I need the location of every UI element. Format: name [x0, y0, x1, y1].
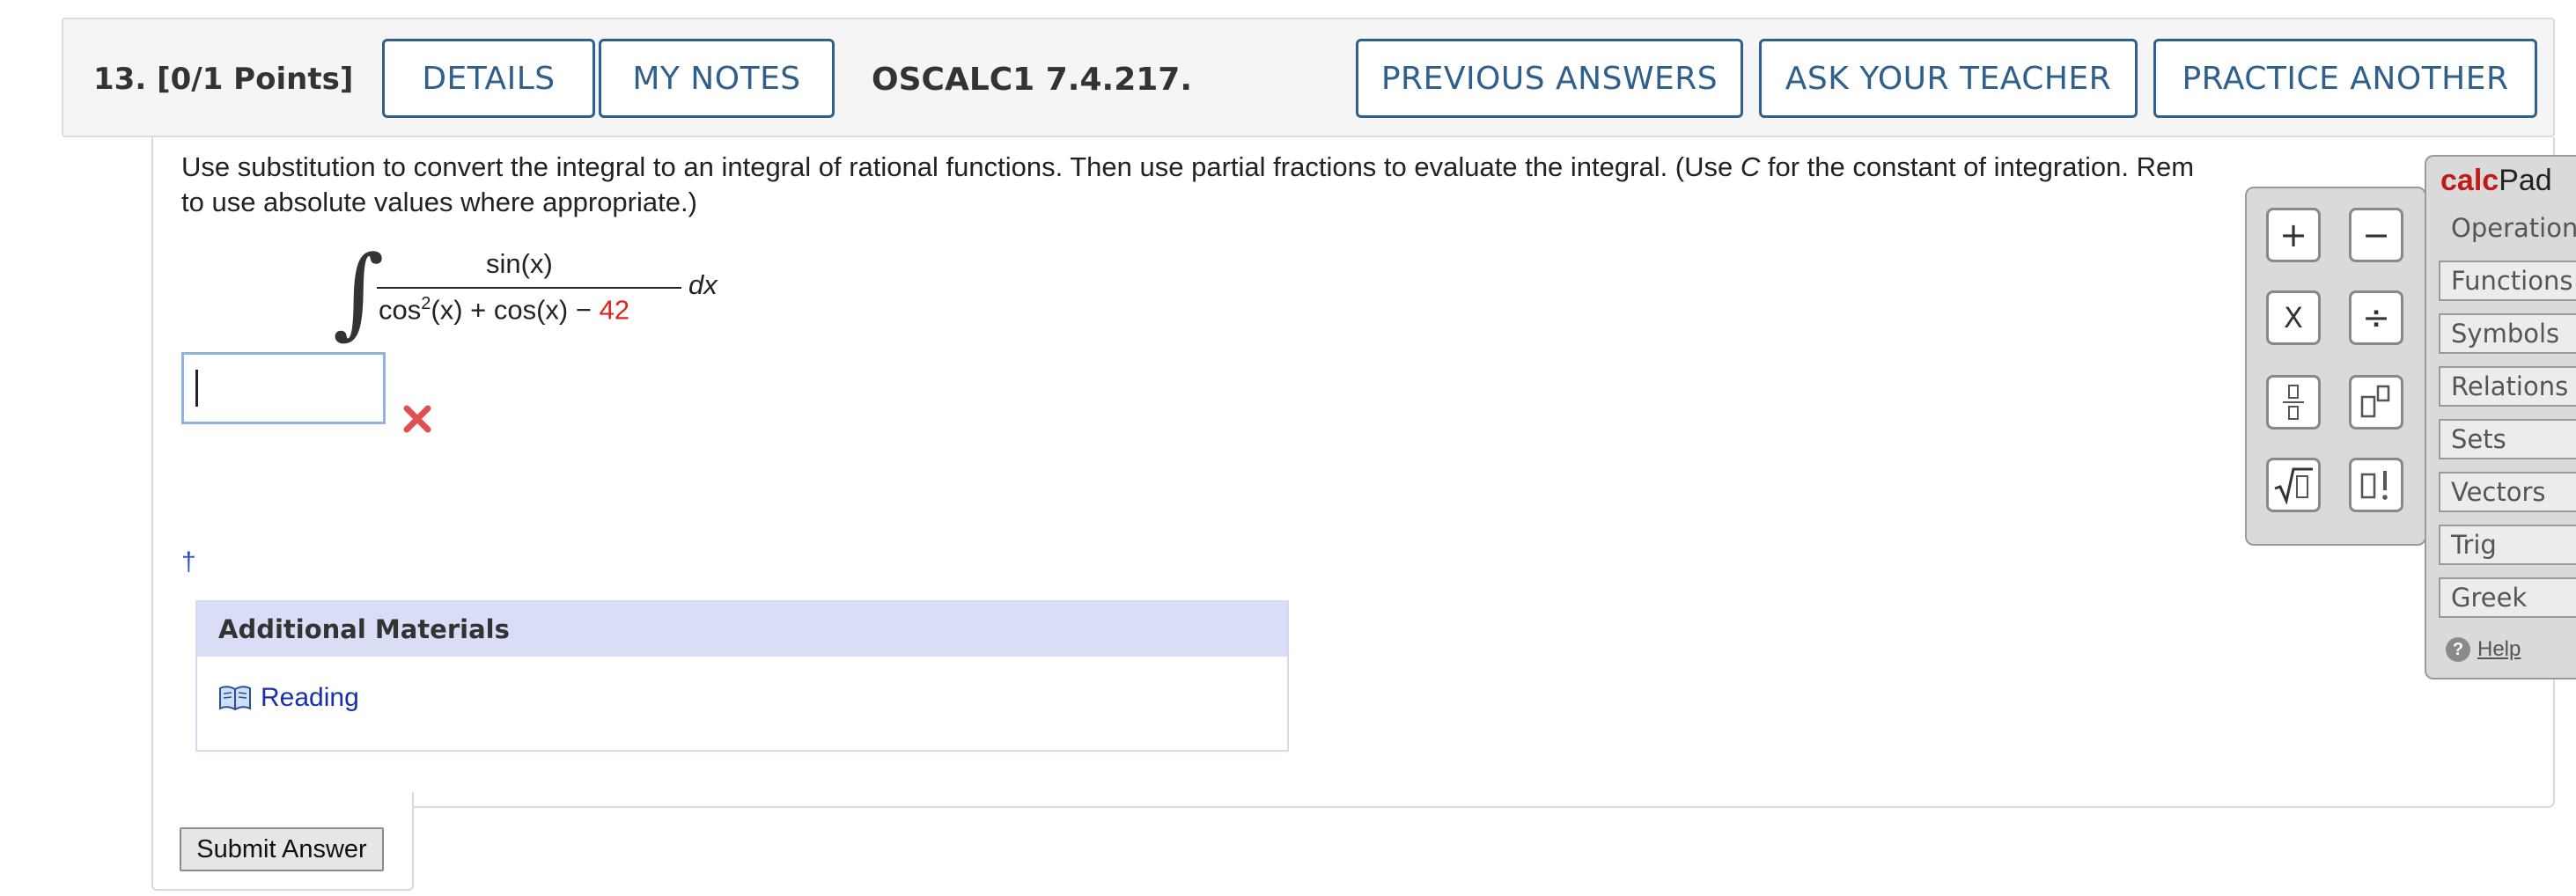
- reading-label: Reading: [261, 683, 359, 712]
- problem-code: OSCALC1 7.4.217.: [872, 62, 1193, 98]
- fraction-icon: [2283, 385, 2304, 420]
- submit-answer-button[interactable]: Submit Answer: [180, 827, 384, 871]
- calcpad-sqrt-key[interactable]: [2266, 458, 2321, 512]
- calcpad-divide-key[interactable]: ÷: [2349, 290, 2403, 345]
- calcpad-tab-vectors[interactable]: Vectors: [2439, 472, 2576, 512]
- integrand-denominator: cos2(x) + cos(x) − 42: [379, 294, 630, 326]
- help-icon: ?: [2446, 637, 2470, 662]
- question-header: 13. [0/1 Points] DETAILS MY NOTES OSCALC…: [62, 18, 2555, 137]
- points-label: [0/1 Points]: [157, 62, 354, 97]
- calcpad-fraction-key[interactable]: [2266, 375, 2321, 430]
- calcpad-tab-sets[interactable]: Sets: [2439, 419, 2576, 459]
- answer-input[interactable]: [181, 352, 386, 424]
- book-icon: [219, 686, 251, 711]
- calcpad-tab-trig[interactable]: Trig: [2439, 525, 2576, 565]
- integral-sign: ∫: [333, 235, 385, 349]
- calcpad-title: calcPad: [2440, 164, 2552, 197]
- ask-your-teacher-button[interactable]: ASK YOUR TEACHER: [1759, 39, 2138, 118]
- calcpad-multiply-key[interactable]: X: [2266, 290, 2321, 345]
- prompt-constant-var: C: [1740, 151, 1761, 182]
- prompt-text-b: for the constant of integration. Rem: [1760, 151, 2195, 182]
- my-notes-button[interactable]: MY NOTES: [599, 39, 835, 118]
- calcpad-tab-operations[interactable]: Operations: [2439, 208, 2576, 248]
- details-button[interactable]: DETAILS: [382, 39, 595, 118]
- square-root-icon: [2274, 467, 2313, 504]
- fraction-bar: [377, 287, 681, 289]
- prompt-text-a: Use substitution to convert the integral…: [181, 151, 1741, 182]
- calcpad-exponent-key[interactable]: [2349, 375, 2403, 430]
- additional-materials: Additional Materials Reading: [195, 600, 1289, 752]
- practice-another-button[interactable]: PRACTICE ANOTHER: [2153, 39, 2537, 118]
- dagger-footnote: †: [181, 547, 196, 577]
- calcpad-tab-symbols[interactable]: Symbols: [2439, 313, 2576, 354]
- factorial-icon: [2360, 471, 2388, 500]
- materials-heading: Additional Materials: [197, 602, 1287, 657]
- previous-answers-button[interactable]: PREVIOUS ANSWERS: [1356, 39, 1743, 118]
- calcpad-help-link[interactable]: ? Help: [2446, 637, 2521, 662]
- calcpad-tab-relations[interactable]: Relations: [2439, 366, 2576, 407]
- calcpad-keypad: + − X ÷: [2245, 187, 2426, 546]
- exponent-icon: [2360, 385, 2390, 418]
- calcpad-minus-key[interactable]: −: [2349, 208, 2403, 262]
- calcpad-plus-key[interactable]: +: [2266, 208, 2321, 262]
- calcpad-tab-greek[interactable]: Greek: [2439, 577, 2576, 618]
- question-number: 13.: [93, 62, 147, 97]
- incorrect-x-icon: [403, 405, 431, 433]
- question-prompt: Use substitution to convert the integral…: [181, 150, 2558, 220]
- text-caret: [195, 370, 198, 407]
- calcpad-tab-functions[interactable]: Functions: [2439, 261, 2576, 301]
- calcpad-factorial-key[interactable]: [2349, 458, 2403, 512]
- question-number-points: 13. [0/1 Points]: [93, 62, 353, 97]
- prompt-text-line2: to use absolute values where appropriate…: [181, 187, 697, 217]
- denominator-constant: 42: [599, 294, 630, 326]
- differential: dx: [688, 269, 718, 300]
- reading-link[interactable]: Reading: [218, 683, 359, 713]
- help-label: Help: [2477, 637, 2521, 661]
- integrand-numerator: sin(x): [486, 248, 553, 279]
